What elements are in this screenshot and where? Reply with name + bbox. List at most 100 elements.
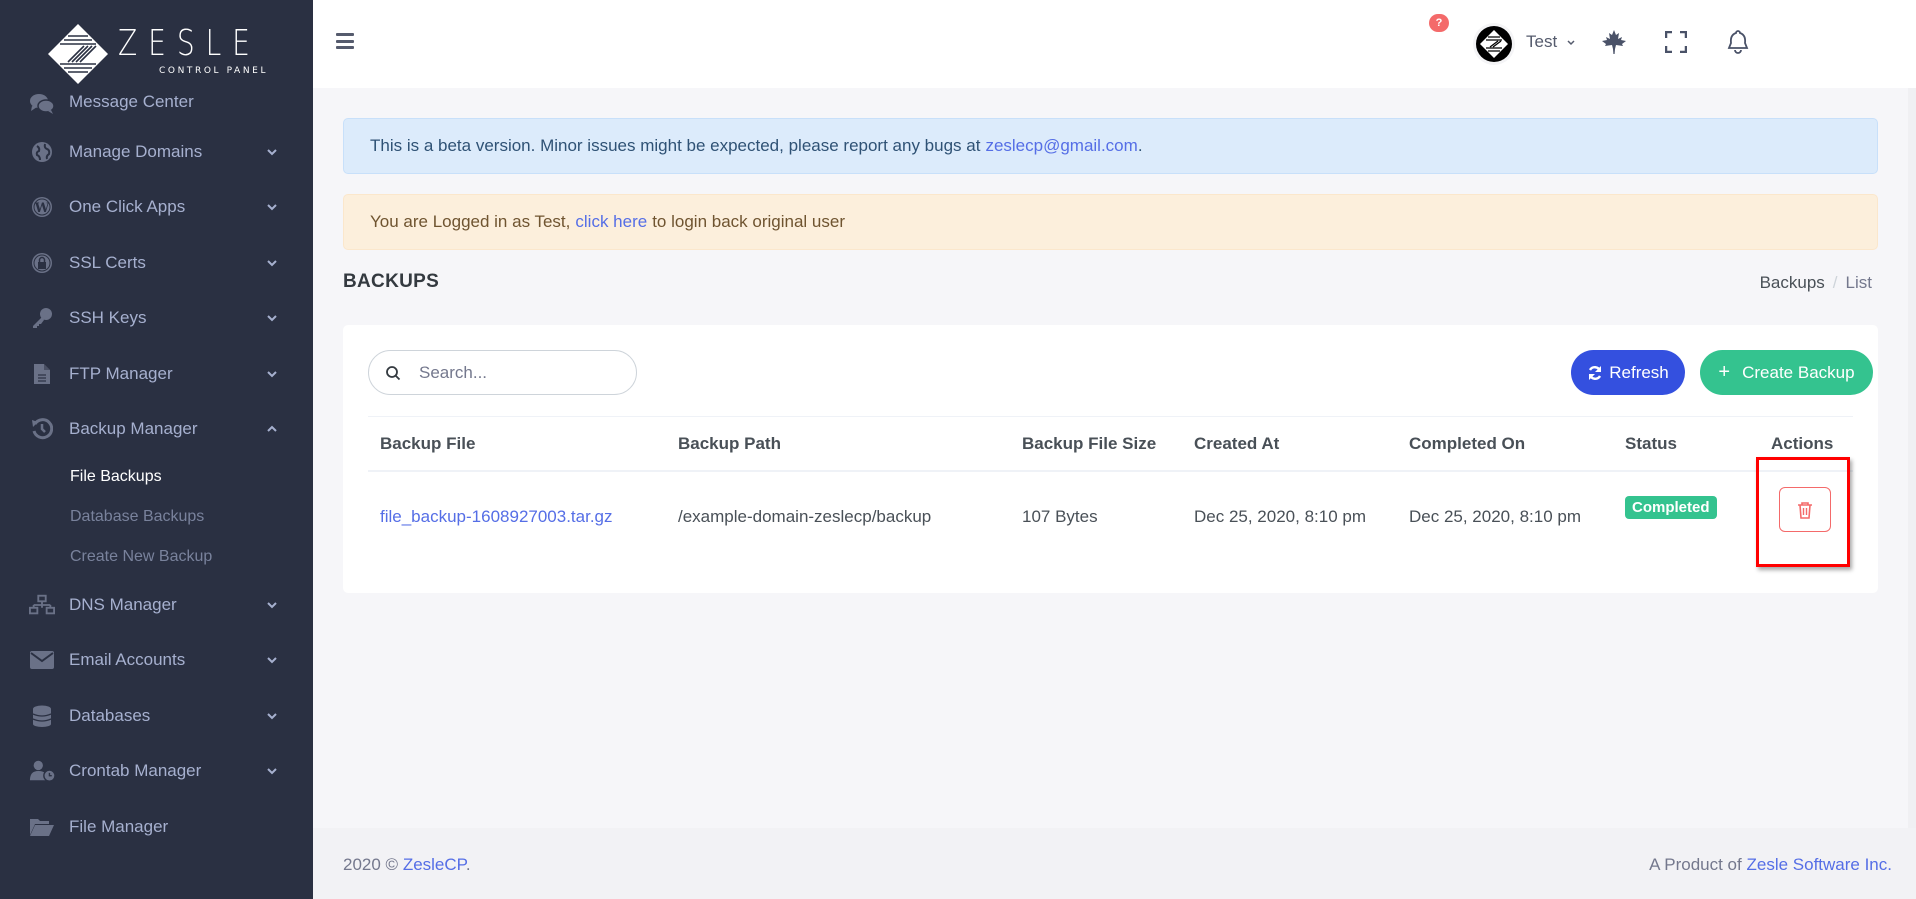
breadcrumb-separator: / (1832, 273, 1838, 292)
breadcrumb-list: List (1845, 273, 1872, 292)
sidebar-item-ssh-keys[interactable]: SSH Keys (0, 291, 313, 347)
zesle-logo-icon (1480, 30, 1508, 58)
sidebar-item-label: Email Accounts (69, 650, 186, 670)
column-header[interactable]: Backup File Size (1022, 434, 1156, 454)
zesle-logo-icon (48, 24, 108, 84)
brand-logo[interactable]: ZESLE CONTROL PANEL (40, 18, 280, 88)
impersonation-alert-suffix: to login back original user (652, 212, 845, 231)
support-email-link[interactable]: zeslecp@gmail.com (985, 136, 1137, 156)
plus-icon: + (1718, 361, 1731, 383)
sidebar-item-email-accounts[interactable]: Email Accounts (0, 633, 313, 689)
backup-size: 107 Bytes (1022, 507, 1098, 526)
sidebar-nav: Message Center Manage Domains W One Clic… (0, 84, 313, 855)
search-icon (386, 366, 401, 381)
brand-name: ZESLE (118, 23, 261, 64)
refresh-label: Refresh (1609, 362, 1669, 382)
sidebar-item-label: Message Center (69, 92, 194, 111)
database-icon (29, 704, 55, 728)
created-at: Dec 25, 2020, 8:10 pm (1194, 507, 1367, 526)
user-clock-icon (29, 759, 55, 783)
sidebar-item-backup-manager[interactable]: Backup Manager (0, 402, 313, 458)
beta-alert-text: This is a beta version. Minor issues mig… (370, 136, 981, 155)
table-header: Backup File Backup Path Backup File Size… (368, 416, 1853, 472)
user-menu-name[interactable]: Test (1526, 32, 1557, 52)
beta-alert: This is a beta version. Minor issues mig… (343, 118, 1878, 174)
sidebar-item-label: One Click Apps (69, 197, 186, 217)
avatar[interactable] (1473, 23, 1515, 65)
backup-path: /example-domain-zeslecp/backup (678, 507, 932, 526)
sidebar-item-manage-domains[interactable]: Manage Domains (0, 124, 313, 180)
footer-product: A Product of Zesle Software Inc. (1649, 855, 1892, 875)
column-header[interactable]: Completed On (1409, 434, 1525, 454)
zeslecp-link[interactable]: ZesleCP (403, 855, 466, 874)
sidebar-item-databases[interactable]: Databases (0, 688, 313, 744)
comments-icon (29, 92, 55, 116)
breadcrumb-backups[interactable]: Backups (1760, 273, 1825, 293)
sidebar-item-ftp-manager[interactable]: FTP Manager (0, 346, 313, 402)
chevron-down-icon (267, 149, 277, 156)
chevron-down-icon (267, 371, 277, 378)
column-header: Actions (1771, 434, 1834, 453)
status-badge: Completed (1625, 496, 1717, 519)
search-input[interactable] (419, 362, 619, 383)
svg-text:W: W (34, 201, 50, 216)
footer-year: 2020 © (343, 855, 399, 874)
footer-period: . (465, 855, 471, 874)
impersonation-alert-text: You are Logged in as Test, (370, 212, 571, 231)
key-icon (29, 306, 55, 330)
footer: 2020 © ZesleCP. A Product of Zesle Softw… (313, 828, 1916, 899)
table-row: file_backup-1608927003.tar.gz /example-d… (368, 472, 1853, 582)
chevron-down-icon (267, 713, 277, 720)
chevron-down-icon (267, 657, 277, 664)
chevron-down-icon (267, 768, 277, 775)
fullscreen-icon[interactable] (1662, 28, 1690, 56)
column-header[interactable]: Status (1625, 434, 1677, 454)
delete-backup-button[interactable] (1779, 487, 1831, 532)
column-header[interactable]: Created At (1194, 434, 1279, 454)
sidebar-item-dns-manager[interactable]: DNS Manager (0, 577, 313, 633)
login-back-link[interactable]: click here (575, 212, 647, 232)
footer-copyright: 2020 © ZesleCP. (343, 855, 471, 875)
create-backup-button[interactable]: + Create Backup (1700, 350, 1873, 395)
main-content: This is a beta version. Minor issues mig… (313, 88, 1908, 828)
backup-file-link[interactable]: file_backup-1608927003.tar.gz (380, 507, 613, 526)
wordpress-icon: W (29, 195, 55, 219)
menu-icon[interactable] (336, 33, 354, 49)
sidebar-subitem-create-new-backup[interactable]: Create New Backup (0, 537, 313, 577)
sidebar-item-label: SSH Keys (69, 308, 147, 328)
sidebar-item-label: File Manager (69, 816, 169, 836)
backups-table: Backup File Backup Path Backup File Size… (368, 416, 1853, 582)
chevron-down-icon[interactable] (1566, 38, 1576, 48)
refresh-button[interactable]: Refresh (1571, 350, 1685, 395)
sidebar-item-message-center[interactable]: Message Center (0, 84, 313, 124)
sidebar-subitem-database-backups[interactable]: Database Backups (0, 497, 313, 537)
sidebar-item-label: DNS Manager (69, 594, 177, 614)
bell-icon[interactable] (1724, 28, 1752, 56)
zesle-software-link[interactable]: Zesle Software Inc. (1746, 855, 1892, 874)
scrollbar-track[interactable] (1908, 88, 1916, 828)
sidebar-item-ssl-certs[interactable]: SSL Certs (0, 235, 313, 291)
history-icon (29, 417, 55, 441)
sidebar-item-label: Manage Domains (69, 141, 203, 161)
sidebar-item-crontab-manager[interactable]: Crontab Manager (0, 744, 313, 800)
chevron-down-icon (267, 315, 277, 322)
search-box[interactable] (368, 350, 637, 395)
sidebar-item-label: SSL Certs (69, 252, 146, 272)
trash-icon (1798, 501, 1812, 519)
maple-leaf-icon[interactable] (1600, 28, 1628, 56)
notification-badge: ? (1429, 14, 1449, 32)
globe-icon (29, 140, 55, 164)
create-backup-label: Create Backup (1742, 362, 1855, 382)
footer-product-text: A Product of (1649, 855, 1742, 874)
completed-on: Dec 25, 2020, 8:10 pm (1409, 507, 1582, 526)
chevron-down-icon (267, 260, 277, 267)
column-header[interactable]: Backup File (380, 434, 475, 454)
sidebar-item-file-manager[interactable]: File Manager (0, 799, 313, 855)
column-header[interactable]: Backup Path (678, 434, 781, 454)
chevron-down-icon (267, 602, 277, 609)
refresh-icon (1589, 365, 1602, 380)
sidebar-subitem-file-backups[interactable]: File Backups (0, 457, 313, 497)
page-title: BACKUPS (343, 271, 440, 292)
backups-card: Refresh + Create Backup Backup File Back… (343, 325, 1878, 593)
sidebar-item-one-click-apps[interactable]: W One Click Apps (0, 180, 313, 236)
